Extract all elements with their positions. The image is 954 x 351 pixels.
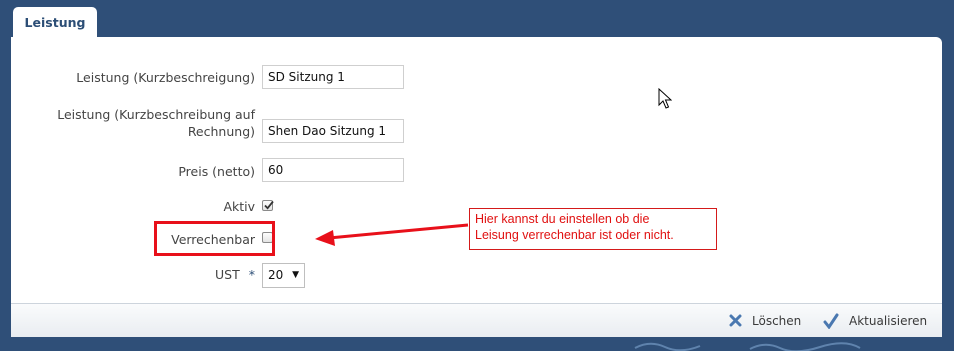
preis-label: Preis (netto) [178,164,255,179]
annotation-arrow-icon [315,223,469,246]
rechnung-input[interactable] [262,119,404,143]
tab-label: Leistung [24,14,86,30]
close-icon [729,314,742,327]
ust-label-text: UST [215,267,240,282]
aktiv-checkbox[interactable] [262,200,274,211]
rechnung-label-line2: Rechnung) [187,124,255,139]
required-marker: * [248,267,255,282]
footer-bar: Löschen Aktualisieren [11,303,942,337]
ust-select[interactable]: 20 ▼ [262,263,305,288]
delete-button[interactable]: Löschen [729,304,801,337]
tab-leistung[interactable]: Leistung [13,7,97,37]
ust-label: UST * [215,266,255,283]
annotation-note: Hier kannst du einstellen ob die Leisung… [469,208,717,250]
delete-button-label: Löschen [752,313,802,328]
aktiv-label: Aktiv [223,199,255,214]
kurzbeschreibung-input[interactable] [262,65,404,89]
update-button-label: Aktualisieren [849,313,928,328]
checkmark-icon [823,313,839,329]
preis-input[interactable] [262,158,404,182]
form-panel: Leistung (Kurzbeschreigung) Leistung (Ku… [11,37,942,303]
chevron-down-icon: ▼ [292,270,299,280]
background-decoration-icon [634,342,861,351]
verrechenbar-highlight-box [154,221,275,256]
checkmark-icon [264,200,274,210]
rechnung-label-line1: Leistung (Kurzbeschreibung auf [57,107,255,122]
kurzbeschreibung-label: Leistung (Kurzbeschreigung) [76,70,255,85]
mouse-cursor-icon [658,88,672,109]
rechnung-label: Leistung (Kurzbeschreibung auf Rechnung) [57,106,255,140]
ust-selected-value: 20 [268,268,284,282]
annotation-line1: Hier kannst du einstellen ob die [475,212,650,226]
annotation-line2: Leisung verrechenbar ist oder nicht. [475,228,674,242]
update-button[interactable]: Aktualisieren [823,304,927,337]
